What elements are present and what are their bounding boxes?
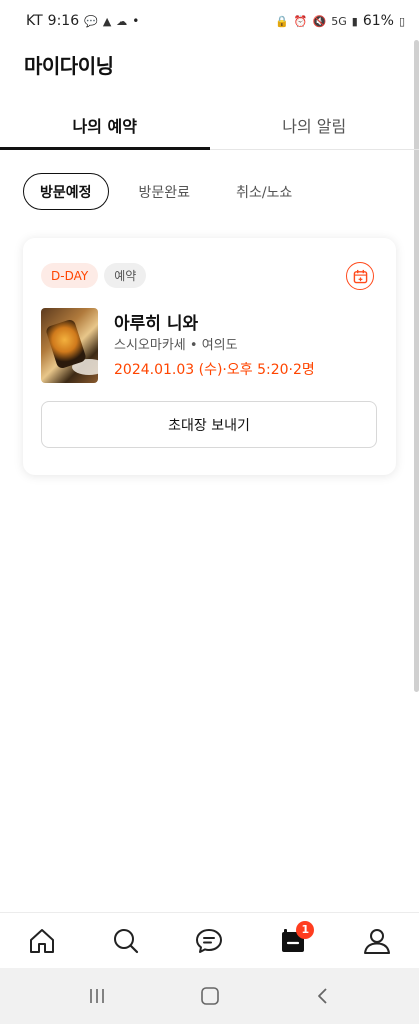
status-bar: KT 9:16 💬 ▲ ☁ • 🔒 ⏰ 🔇 5G ▮ 61% ▯ — [0, 0, 419, 42]
badge-group: D-DAY 예약 — [41, 263, 147, 288]
more-notifications-dot: • — [132, 14, 140, 28]
filter-cancelled[interactable]: 취소/노쇼 — [220, 173, 308, 210]
home-icon — [29, 928, 54, 953]
clock: 9:16 — [47, 13, 80, 29]
alarm-icon: ⏰ — [293, 14, 308, 28]
restaurant-name[interactable]: 아루히 니와 — [114, 309, 198, 334]
warning-icon: ▲ — [102, 14, 112, 28]
profile-icon — [364, 928, 391, 954]
add-to-calendar-button[interactable] — [346, 262, 374, 290]
signal-icon: ▮ — [351, 14, 358, 28]
notification-badge: 1 — [296, 920, 315, 939]
page-title: 마이다이닝 — [24, 54, 114, 78]
carrier: KT — [26, 13, 43, 29]
tab-my-reservations[interactable]: 나의 예약 — [0, 100, 210, 150]
reservation-datetime: 2024.01.03 (수)·오후 5:20·2명 — [114, 362, 315, 378]
restaurant-thumbnail[interactable] — [41, 308, 98, 383]
nav-profile[interactable] — [352, 916, 402, 966]
tab-bar: 나의 예약 나의 알림 — [0, 100, 419, 150]
nav-chat[interactable] — [184, 916, 234, 966]
recent-apps-button[interactable] — [77, 976, 117, 1016]
lock-icon: 🔒 — [275, 14, 289, 28]
back-chevron-icon — [317, 988, 327, 1004]
reservation-card[interactable]: D-DAY 예약 아루히 니와 스시오마카세 • 여의도 2024.01.03 … — [23, 238, 396, 475]
calendar-icon — [353, 269, 367, 283]
nav-my-dining[interactable]: 1 — [268, 916, 318, 966]
home-square-icon — [200, 987, 219, 1005]
filter-chips: 방문예정 방문완료 취소/노쇼 — [23, 173, 308, 210]
status-right: 🔒 ⏰ 🔇 5G ▮ 61% ▯ — [275, 13, 405, 29]
cloud-icon: ☁ — [116, 14, 128, 28]
filter-visited[interactable]: 방문완료 — [123, 173, 207, 210]
network-label: 5G — [331, 14, 347, 28]
battery-label: 61% — [362, 13, 394, 29]
sushi-shape — [44, 318, 88, 370]
status-badge: 예약 — [104, 263, 147, 288]
send-invitation-button[interactable]: 초대장 보내기 — [41, 401, 377, 448]
tab-my-notifications[interactable]: 나의 알림 — [210, 100, 419, 149]
filter-upcoming[interactable]: 방문예정 — [23, 173, 109, 210]
nav-search[interactable] — [101, 916, 151, 966]
nav-home[interactable] — [17, 916, 67, 966]
recent-apps-icon — [89, 989, 104, 1003]
battery-icon: ▯ — [398, 14, 405, 28]
mute-icon: 🔇 — [312, 14, 327, 28]
message-icon: 💬 — [84, 14, 98, 28]
restaurant-category-location: 스시오마카세 • 여의도 — [114, 338, 238, 353]
home-button[interactable] — [190, 976, 230, 1016]
bottom-nav: 1 — [0, 912, 419, 968]
system-navigation-bar — [0, 968, 419, 1024]
status-left: KT 9:16 💬 ▲ ☁ • — [26, 13, 139, 29]
back-button[interactable] — [303, 976, 343, 1016]
dday-badge: D-DAY — [41, 263, 99, 288]
chat-icon — [196, 928, 223, 953]
search-icon — [113, 928, 138, 953]
